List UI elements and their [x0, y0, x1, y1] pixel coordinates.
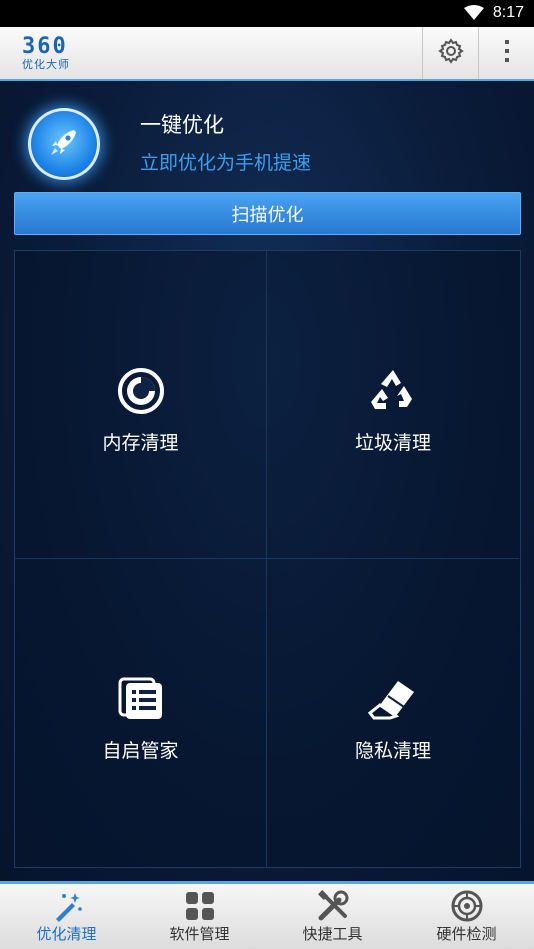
logo-text: 优化大师 — [22, 58, 70, 71]
tile-memory-clean[interactable]: 内存清理 — [15, 251, 267, 559]
recycle-icon — [368, 365, 418, 417]
nav-label: 快捷工具 — [302, 925, 363, 943]
nav-label: 硬件检测 — [436, 925, 497, 943]
eraser-icon — [368, 673, 418, 725]
bottom-nav: 优化清理 软件管理 快捷工具 硬件检测 — [0, 881, 534, 949]
status-time: 8:17 — [492, 4, 524, 21]
tools-icon — [317, 890, 349, 922]
gear-icon — [437, 38, 464, 68]
nav-label: 软件管理 — [169, 925, 230, 943]
settings-button[interactable] — [422, 27, 478, 79]
overflow-menu-button[interactable] — [478, 27, 534, 79]
scan-optimize-button[interactable]: 扫描优化 — [14, 192, 521, 235]
apps-grid-icon — [185, 890, 215, 922]
one-key-optimize-badge[interactable] — [28, 108, 100, 180]
nav-label: 优化清理 — [36, 925, 97, 943]
overflow-menu-icon — [504, 39, 510, 67]
tile-label: 内存清理 — [102, 432, 179, 454]
main-panel: 一键优化 立即优化为手机提速 扫描优化 内存清理 垃圾清理 自启管家 隐私清理 — [0, 81, 534, 881]
rocket-icon — [46, 124, 82, 164]
app-header: 360 优化大师 — [0, 27, 534, 81]
magic-wand-icon — [51, 890, 83, 922]
nav-software-manager[interactable]: 软件管理 — [133, 884, 266, 949]
tile-label: 垃圾清理 — [354, 432, 431, 454]
wifi-icon — [464, 5, 484, 25]
tile-autostart-manager[interactable]: 自启管家 — [15, 559, 267, 867]
tile-privacy-clean[interactable]: 隐私清理 — [267, 559, 519, 867]
optimize-subtitle: 立即优化为手机提速 — [140, 152, 312, 174]
tile-label: 自启管家 — [102, 740, 179, 762]
status-bar: 8:17 — [0, 0, 534, 27]
memory-clean-icon — [117, 365, 165, 417]
tile-junk-clean[interactable]: 垃圾清理 — [267, 251, 519, 559]
autostart-list-icon — [118, 673, 164, 725]
nav-optimize-clean[interactable]: 优化清理 — [0, 884, 133, 949]
hardware-scan-icon — [451, 890, 483, 922]
nav-hardware-check[interactable]: 硬件检测 — [400, 884, 533, 949]
nav-quick-tools[interactable]: 快捷工具 — [266, 884, 399, 949]
app-logo: 360 优化大师 — [22, 36, 92, 72]
optimize-title: 一键优化 — [140, 113, 224, 137]
tile-label: 隐私清理 — [354, 740, 431, 762]
logo-number: 360 — [22, 34, 68, 59]
feature-grid: 内存清理 垃圾清理 自启管家 隐私清理 — [14, 250, 521, 868]
